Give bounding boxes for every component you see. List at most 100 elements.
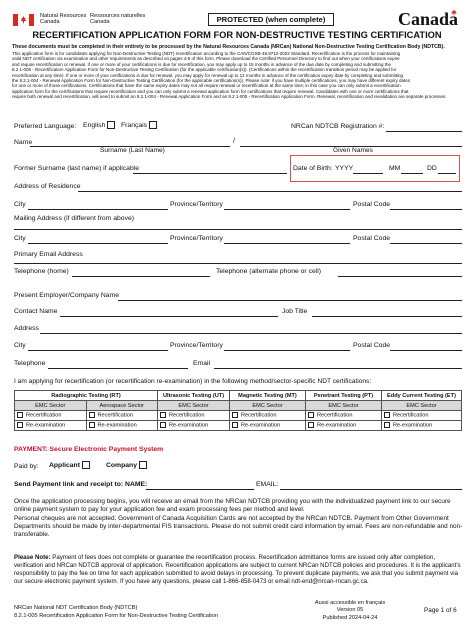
given-names-caption: Given Names xyxy=(333,147,373,154)
rt-aero-reexam[interactable]: Re-examination xyxy=(85,420,158,431)
payment-note: Please Note: Payment of fees does not co… xyxy=(14,554,461,585)
company-province-field[interactable] xyxy=(224,350,350,351)
primary-email-field[interactable] xyxy=(14,263,462,264)
name-slash: / xyxy=(233,138,235,145)
mailing-city-label: City xyxy=(14,235,26,242)
telephone-home-field[interactable] xyxy=(72,276,210,277)
payment-email-label: EMAIL: xyxy=(256,481,279,488)
company-email-label: Email xyxy=(193,360,210,367)
company-postal-label: Postal Code xyxy=(353,342,391,349)
dept-name-en: Natural Resources Canada xyxy=(40,13,87,26)
company-option[interactable]: Company xyxy=(106,461,147,470)
pt-emc-sector: EMC Sector xyxy=(305,400,382,411)
applying-text: I am applying for recertification (or re… xyxy=(14,378,372,385)
address-residence-label: Address of Residence xyxy=(14,183,81,190)
english-checkbox[interactable] xyxy=(107,121,116,129)
ut-emc-recert[interactable]: Recertification xyxy=(157,410,230,421)
job-title-field[interactable] xyxy=(312,316,462,317)
contact-name-label: Contact Name xyxy=(14,308,58,315)
mailing-postal-field[interactable] xyxy=(390,243,462,244)
ut-emc-sector: EMC Sector xyxy=(157,400,230,411)
dob-dd[interactable]: DD xyxy=(427,165,437,173)
city-field[interactable] xyxy=(28,209,168,210)
company-postal-field[interactable] xyxy=(390,350,462,351)
payment-email-field[interactable] xyxy=(280,489,462,490)
applicant-option[interactable]: Applicant xyxy=(49,461,90,470)
form-title: RECERTIFICATION APPLICATION FORM FOR NON… xyxy=(32,30,442,40)
footer-left: NRCan National NDT Certification Body (N… xyxy=(14,605,218,619)
mailing-city-field[interactable] xyxy=(28,243,168,244)
company-telephone-field[interactable] xyxy=(48,368,188,369)
payment-heading: PAYMENT: Secure Electronic Payment Syste… xyxy=(14,446,164,453)
et-emc-reexam[interactable]: Re-examination xyxy=(381,420,462,431)
english-option[interactable]: English xyxy=(83,121,116,130)
paid-by-label: Paid by: xyxy=(14,463,39,470)
telephone-home-label: Telephone (home) xyxy=(14,268,69,275)
job-title-label: Job Title xyxy=(282,308,308,315)
mailing-postal-label: Postal Code xyxy=(353,235,391,242)
rt-aerospace-sector: Aerospace Sector xyxy=(85,400,158,411)
mailing-address-label: Mailing Address (if different from above… xyxy=(14,215,135,222)
mailing-address-field[interactable] xyxy=(14,229,462,230)
company-province-label: Province/Territory xyxy=(170,342,223,349)
company-checkbox[interactable] xyxy=(138,461,147,469)
primary-email-label: Primary Email Address xyxy=(14,251,83,258)
employer-field[interactable] xyxy=(118,300,462,301)
applicant-checkbox[interactable] xyxy=(81,461,90,469)
francais-checkbox[interactable] xyxy=(148,121,157,129)
dob-mm[interactable]: MM xyxy=(389,165,400,173)
company-city-label: City xyxy=(14,342,26,349)
nrcan-registration-label: NRCan NDTCB Registration #: xyxy=(291,123,385,130)
surname-caption: Surname (Last Name) xyxy=(100,147,165,154)
mt-emc-sector: EMC Sector xyxy=(229,400,306,411)
methods-table: Radiographic Testing (RT) Ultrasonic Tes… xyxy=(14,390,462,431)
company-city-field[interactable] xyxy=(28,350,168,351)
intro-bold: These documents must be completed in the… xyxy=(12,44,445,50)
company-address-field[interactable] xyxy=(40,333,462,334)
mt-emc-reexam[interactable]: Re-examination xyxy=(229,420,306,431)
rt-aero-recert[interactable]: Recertification xyxy=(85,410,158,421)
city-label: City xyxy=(14,201,26,208)
dob-yyyy-line xyxy=(353,173,383,174)
pt-emc-recert[interactable]: Recertification xyxy=(305,410,382,421)
former-surname-label: Former Surname (last name) if applicable xyxy=(14,165,140,172)
mt-header: Magnetic Testing (MT) xyxy=(229,390,306,401)
postal-code-label: Postal Code xyxy=(353,201,391,208)
ut-emc-reexam[interactable]: Re-examination xyxy=(157,420,230,431)
rt-emc-recert[interactable]: Recertification xyxy=(14,410,87,421)
payment-name-field[interactable] xyxy=(146,489,254,490)
dept-name-fr: Ressources naturelles Canada xyxy=(90,13,146,26)
rt-emc-reexam[interactable]: Re-examination xyxy=(14,420,87,431)
province-label: Province/Territory xyxy=(170,201,223,208)
contact-name-field[interactable] xyxy=(60,316,278,317)
company-email-field[interactable] xyxy=(214,368,462,369)
intro-text: This application form is for candidates … xyxy=(12,51,447,100)
telephone-alt-field[interactable] xyxy=(338,276,462,277)
send-link-label: Send Payment link and receipt to: NAME: xyxy=(14,481,148,488)
francais-option[interactable]: Français xyxy=(121,121,157,130)
province-field[interactable] xyxy=(224,209,350,210)
rt-emc-sector: EMC Sector xyxy=(14,400,87,411)
telephone-alt-label: Telephone (alternate phone or cell) xyxy=(216,268,322,275)
payment-paragraph: Once the application processing begins, … xyxy=(14,498,463,539)
mailing-province-label: Province/Territory xyxy=(170,235,223,242)
et-emc-sector: EMC Sector xyxy=(381,400,462,411)
pt-emc-reexam[interactable]: Re-examination xyxy=(305,420,382,431)
dob-yyyy[interactable]: YYYY xyxy=(335,165,353,173)
former-surname-field[interactable] xyxy=(133,173,287,174)
canada-wordmark: Canada xyxy=(398,9,459,29)
pt-header: Penetrant Testing (PT) xyxy=(305,390,382,401)
employer-label: Present Employer/Company Name xyxy=(14,292,120,299)
company-telephone-label: Telephone xyxy=(14,360,46,367)
ut-header: Ultrasonic Testing (UT) xyxy=(157,390,230,401)
mailing-province-field[interactable] xyxy=(224,243,350,244)
page-number: Page 1 of 6 xyxy=(424,607,457,614)
nrcan-registration-field[interactable] xyxy=(386,131,462,132)
address-residence-field[interactable] xyxy=(78,191,462,192)
et-emc-recert[interactable]: Recertification xyxy=(381,410,462,421)
rt-header: Radiographic Testing (RT) xyxy=(14,390,158,401)
protected-label: PROTECTED (when complete) xyxy=(208,13,334,26)
postal-code-field[interactable] xyxy=(390,209,462,210)
dob-label: Date of Birth: xyxy=(293,165,333,172)
mt-emc-recert[interactable]: Recertification xyxy=(229,410,306,421)
